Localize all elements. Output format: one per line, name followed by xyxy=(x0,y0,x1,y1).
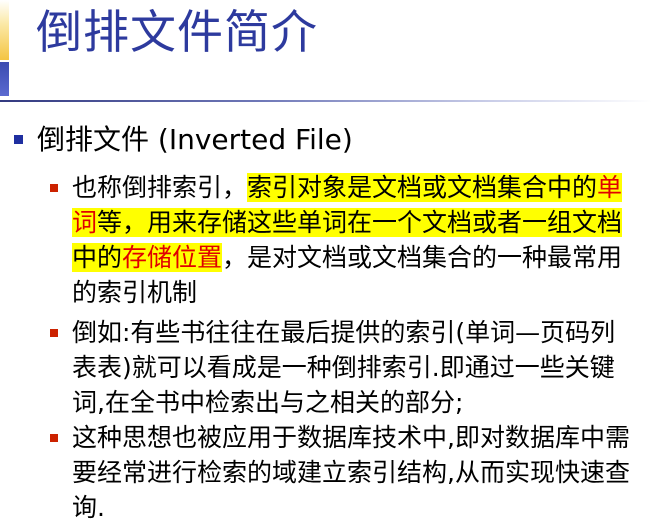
bullet-square-icon xyxy=(50,329,58,337)
title-divider xyxy=(0,100,652,102)
accent-bar-gold xyxy=(0,0,9,60)
plain-text: 倒如:有些书往往在最后提供的索引(单词—页码列表表)就可以看成是一种倒排索引.即… xyxy=(72,318,616,417)
plain-text: 这种思想也被应用于数据库技术中,即对数据库中需要经常进行检索的域建立索引结构,从… xyxy=(72,423,630,522)
sub-bullet-text: 倒如:有些书往往在最后提供的索引(单词—页码列表表)就可以看成是一种倒排索引.即… xyxy=(72,315,640,420)
level1-heading: 倒排文件 (Inverted File) xyxy=(37,123,353,156)
accent-bar-blue xyxy=(0,62,9,96)
sub-bullet-text: 这种思想也被应用于数据库技术中,即对数据库中需要经常进行检索的域建立索引结构,从… xyxy=(72,420,640,525)
sub-bullet-3: 这种思想也被应用于数据库技术中,即对数据库中需要经常进行检索的域建立索引结构,从… xyxy=(50,420,640,525)
bullet-square-icon xyxy=(14,134,23,144)
sub-bullet-text: 也称倒排索引，索引对象是文档或文档集合中的单词等，用来存储这些单词在一个文档或者… xyxy=(72,170,640,310)
bullet-square-icon xyxy=(50,434,58,442)
level1-bullet-item: 倒排文件 (Inverted File) xyxy=(8,122,353,158)
sub-bullet-2: 倒如:有些书往往在最后提供的索引(单词—页码列表表)就可以看成是一种倒排索引.即… xyxy=(50,315,640,420)
sub-bullet-1: 也称倒排索引，索引对象是文档或文档集合中的单词等，用来存储这些单词在一个文档或者… xyxy=(50,170,640,310)
bullet-square-icon xyxy=(50,184,58,192)
plain-text: 也称倒排索引， xyxy=(72,173,248,202)
highlighted-text: 索引对象是文档或文档集合中的 xyxy=(247,173,598,202)
slide-title: 倒排文件简介 xyxy=(36,5,318,59)
emphasis-text: 存储位置 xyxy=(122,243,223,272)
